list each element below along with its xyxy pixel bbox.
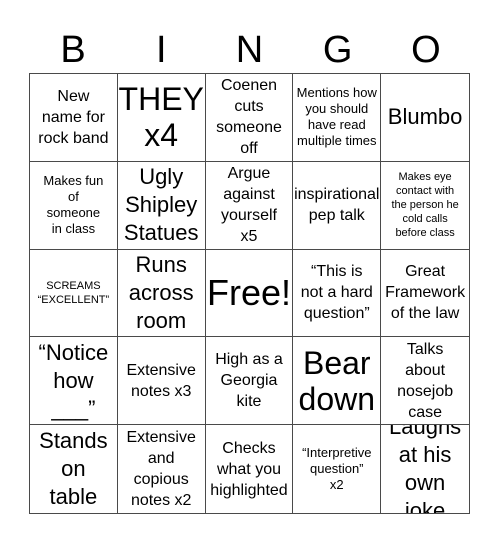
- bingo-cell-g4[interactable]: Bear down: [293, 337, 382, 426]
- cell-text: Stands on table: [39, 428, 108, 510]
- header-letter-o: O: [411, 29, 441, 71]
- bingo-cell-i5[interactable]: Extensive and copious notes x2: [118, 425, 206, 513]
- bingo-cell-i1[interactable]: THEY x4: [117, 74, 206, 162]
- cell-text: Mentions how you should have read multip…: [296, 85, 377, 149]
- bingo-cell-o1[interactable]: Blumbo: [381, 74, 469, 162]
- bingo-cell-n4[interactable]: High as a Georgia kite: [205, 337, 294, 426]
- cell-text: inspirational pep talk: [294, 186, 380, 225]
- bingo-cell-g2[interactable]: inspirational pep talk: [293, 161, 382, 250]
- bingo-cell-o5[interactable]: Laughs at his own joke: [381, 425, 469, 513]
- bingo-grid: New name for rock band THEY x4 Coenen cu…: [29, 73, 470, 514]
- header-letter-g: G: [322, 29, 353, 71]
- bingo-cell-o4[interactable]: Talks about nosejob case: [381, 337, 469, 426]
- header-letter-n: N: [235, 29, 264, 71]
- bingo-cell-n1[interactable]: Coenen cuts someone off: [205, 74, 294, 162]
- cell-text: Blumbo: [387, 104, 463, 130]
- cell-text: Talks about nosejob case: [397, 340, 454, 421]
- bingo-cell-b5[interactable]: Stands on table: [30, 425, 118, 513]
- cell-text: “Notice how ___”: [38, 339, 109, 421]
- cell-text: Checks what you highlighted: [210, 439, 288, 499]
- header-letter-b: B: [60, 29, 86, 71]
- bingo-cell-b4[interactable]: “Notice how ___”: [30, 337, 118, 426]
- cell-text: Runs across room: [128, 251, 194, 333]
- cell-text: Extensive notes x3: [126, 361, 196, 400]
- cell-text: New name for rock band: [38, 87, 109, 147]
- bingo-cell-o2[interactable]: Makes eye contact with the person he col…: [381, 162, 469, 250]
- cell-text: SCREAMS “EXCELLENT”: [37, 279, 110, 306]
- bingo-cell-i3[interactable]: Runs across room: [117, 249, 206, 338]
- bingo-cell-g1[interactable]: Mentions how you should have read multip…: [293, 74, 382, 162]
- cell-text: Extensive and copious notes x2: [126, 429, 196, 510]
- bingo-cell-free[interactable]: Free!: [205, 249, 294, 338]
- cell-text: Great Framework of the law: [385, 263, 466, 323]
- bingo-cell-g3[interactable]: “This is not a hard question”: [293, 249, 382, 338]
- cell-text: Makes fun of someone in class: [43, 173, 104, 237]
- cell-text: Ugly Shipley Statues: [123, 164, 199, 246]
- bingo-cell-n2[interactable]: Argue against yourself x5: [205, 161, 294, 250]
- bingo-cell-g5[interactable]: “Interpretive question” x2: [293, 425, 382, 513]
- bingo-cell-n5[interactable]: Checks what you highlighted: [206, 425, 294, 513]
- bingo-cell-b1[interactable]: New name for rock band: [30, 74, 118, 162]
- bingo-cell-b3[interactable]: SCREAMS “EXCELLENT”: [30, 249, 118, 338]
- bingo-header: B I N G O: [29, 28, 470, 72]
- cell-text: Bear down: [298, 344, 376, 417]
- header-letter-i: I: [156, 29, 167, 71]
- bingo-cell-i4[interactable]: Extensive notes x3: [117, 337, 206, 426]
- cell-text: “Interpretive question” x2: [302, 445, 372, 493]
- cell-text: THEY x4: [118, 81, 204, 154]
- cell-text: Free!: [206, 271, 291, 313]
- cell-text: Makes eye contact with the person he col…: [391, 171, 459, 240]
- bingo-cell-i2[interactable]: Ugly Shipley Statues: [117, 161, 206, 250]
- bingo-cell-b2[interactable]: Makes fun of someone in class: [30, 161, 118, 250]
- cell-text: Coenen cuts someone off: [216, 77, 282, 158]
- cell-text: High as a Georgia kite: [215, 351, 283, 411]
- cell-text: Laughs at his own joke: [389, 425, 462, 513]
- bingo-cell-o3[interactable]: Great Framework of the law: [381, 250, 469, 338]
- cell-text: “This is not a hard question”: [300, 263, 373, 323]
- cell-text: Argue against yourself x5: [220, 165, 277, 246]
